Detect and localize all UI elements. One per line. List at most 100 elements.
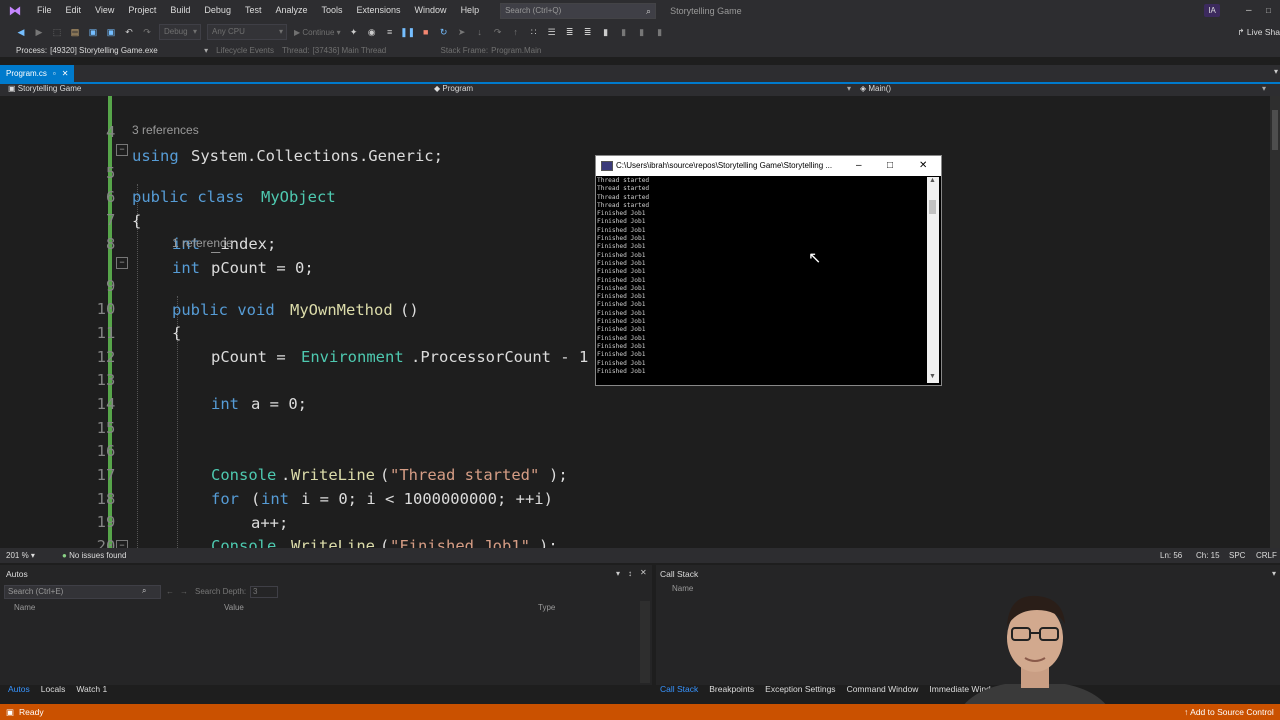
new-item-icon[interactable]: ⬚ (49, 24, 65, 40)
project-dropdown[interactable]: ▣ Storytelling Game (8, 84, 81, 93)
tab-exception-settings[interactable]: Exception Settings (765, 684, 835, 698)
fire-icon[interactable]: ✦ (346, 24, 362, 40)
zoom-dropdown[interactable]: 201 % ▾ (6, 551, 35, 560)
autos-search-input[interactable]: Search (Ctrl+E) ⌕ (4, 585, 161, 599)
chevron-down-icon[interactable]: ▾ (1274, 67, 1278, 76)
bookmark-next-icon[interactable]: ▮ (634, 24, 650, 40)
step-out-icon[interactable]: ↑ (508, 24, 524, 40)
save-icon[interactable]: ▣ (85, 24, 101, 40)
scroll-down-icon[interactable]: ▼ (929, 373, 936, 380)
menu-test[interactable]: Test (238, 0, 269, 21)
lifecycle-events-dropdown[interactable]: Lifecycle Events (216, 46, 274, 55)
column-header-type[interactable]: Type (538, 603, 555, 612)
menu-view[interactable]: View (88, 0, 121, 21)
threads-icon[interactable]: ☰ (544, 24, 560, 40)
scroll-up-icon[interactable]: ▲ (929, 177, 936, 184)
search-box[interactable]: Search (Ctrl+Q) ⌕ (500, 2, 657, 19)
editor-scrollbar-thumb[interactable] (1272, 110, 1278, 150)
tab-autos[interactable]: Autos (8, 684, 30, 698)
tab-call-stack[interactable]: Call Stack (660, 684, 698, 698)
tab-locals[interactable]: Locals (41, 684, 66, 698)
thread-dropdown[interactable]: [37436] Main Thread (313, 46, 433, 55)
minimize-icon[interactable]: – (856, 156, 862, 176)
menu-help[interactable]: Help (454, 0, 487, 21)
show-next-statement-icon[interactable]: ➤ (454, 24, 470, 40)
menu-build[interactable]: Build (163, 0, 197, 21)
diagnostics-icon[interactable]: ≡ (382, 24, 398, 40)
step-into-icon[interactable]: ↓ (472, 24, 488, 40)
undo-icon[interactable]: ↶ (121, 24, 137, 40)
redo-icon[interactable]: ↷ (139, 24, 155, 40)
search-depth-dropdown[interactable]: 3 (250, 586, 278, 598)
tab-breakpoints[interactable]: Breakpoints (709, 684, 754, 698)
stop-icon[interactable]: ■ (418, 24, 434, 40)
console-scrollbar[interactable]: ▲ ▼ (927, 177, 939, 383)
tab-watch-1[interactable]: Watch 1 (76, 684, 107, 698)
step-over-icon[interactable]: ↷ (490, 24, 506, 40)
scrollbar-thumb[interactable] (929, 200, 936, 214)
console-title-bar[interactable]: C:\Users\ibrah\source\repos\Storytelling… (596, 156, 941, 176)
back-icon[interactable]: ◀ (13, 24, 29, 40)
menu-analyze[interactable]: Analyze (268, 0, 314, 21)
panel-dropdown-icon[interactable]: ▾ (616, 569, 620, 578)
editor-scrollbar[interactable] (1270, 96, 1280, 548)
save-all-icon[interactable]: ▣ (103, 24, 119, 40)
maximize-icon[interactable]: □ (887, 156, 893, 176)
bookmark-clear-icon[interactable]: ▮ (652, 24, 668, 40)
issues-indicator[interactable]: ● No issues found (62, 551, 126, 560)
autos-scrollbar[interactable] (640, 601, 650, 683)
menu-tools[interactable]: Tools (315, 0, 350, 21)
codelens-references[interactable]: 1 reference (172, 236, 233, 250)
user-avatar[interactable]: IA (1204, 4, 1220, 17)
pin-icon[interactable]: ↕ (628, 569, 632, 578)
search-placeholder: Search (Ctrl+Q) (505, 5, 562, 15)
back-icon[interactable]: ← (166, 587, 174, 596)
pause-icon[interactable]: ❚❚ (400, 24, 416, 40)
comment-icon[interactable]: ≣ (562, 24, 578, 40)
minimize-icon[interactable]: – (1246, 0, 1252, 21)
process-dropdown[interactable]: [49320] Storytelling Game.exe (50, 46, 196, 55)
camera-icon[interactable]: ◉ (364, 24, 380, 40)
configuration-dropdown[interactable]: Debug ▾ (159, 24, 201, 40)
codelens-references[interactable]: 3 references (132, 123, 199, 137)
collapse-toggle-icon[interactable]: − (116, 257, 128, 269)
column-header-value[interactable]: Value (224, 603, 244, 612)
forward-icon[interactable]: ▶ (31, 24, 47, 40)
column-header-name[interactable]: Name (14, 603, 35, 612)
maximize-icon[interactable]: □ (1266, 0, 1271, 21)
whitespace-indicator[interactable]: SPC (1229, 551, 1245, 560)
forward-icon[interactable]: → (180, 587, 188, 596)
stack-frame-dropdown[interactable]: Program.Main (491, 46, 541, 55)
source-control-button[interactable]: ↑ Add to Source Control (1184, 704, 1274, 720)
menu-project[interactable]: Project (121, 0, 163, 21)
column-header-name[interactable]: Name (672, 584, 693, 593)
menu-file[interactable]: File (30, 0, 59, 21)
close-icon[interactable]: ✕ (62, 65, 69, 82)
panel-dropdown-icon[interactable]: ▾ (1272, 569, 1276, 578)
bookmark-icon[interactable]: ▮ (598, 24, 614, 40)
continue-button[interactable]: ▶ Continue ▾ (294, 28, 341, 37)
collapse-toggle-icon[interactable]: − (116, 144, 128, 156)
class-dropdown[interactable]: ◆ Program (434, 84, 473, 93)
console-window[interactable]: C:\Users\ibrah\source\repos\Storytelling… (595, 155, 942, 386)
menu-extensions[interactable]: Extensions (350, 0, 408, 21)
close-icon[interactable]: ✕ (919, 156, 927, 176)
tab-command-window[interactable]: Command Window (847, 684, 919, 698)
platform-dropdown[interactable]: Any CPU ▾ (207, 24, 287, 40)
live-share-button[interactable]: ↱ Live Sha (1237, 27, 1280, 38)
tab-program-cs[interactable]: Program.cs ▫ ✕ (0, 65, 75, 82)
open-folder-icon[interactable]: ▤ (67, 24, 83, 40)
member-dropdown[interactable]: ◈ Main() (860, 84, 891, 93)
menu-debug[interactable]: Debug (197, 0, 238, 21)
collapse-toggle-icon[interactable]: − (116, 540, 128, 548)
menu-edit[interactable]: Edit (59, 0, 89, 21)
console-output[interactable]: Thread started Thread started Thread start… (596, 177, 927, 382)
bookmark-prev-icon[interactable]: ▮ (616, 24, 632, 40)
uncomment-icon[interactable]: ≣ (580, 24, 596, 40)
pin-icon[interactable]: ▫ (53, 65, 56, 82)
menu-window[interactable]: Window (408, 0, 454, 21)
restart-icon[interactable]: ↻ (436, 24, 452, 40)
close-icon[interactable]: ✕ (640, 568, 647, 577)
hex-icon[interactable]: ∷ (526, 24, 542, 40)
line-ending-indicator[interactable]: CRLF (1256, 551, 1277, 560)
